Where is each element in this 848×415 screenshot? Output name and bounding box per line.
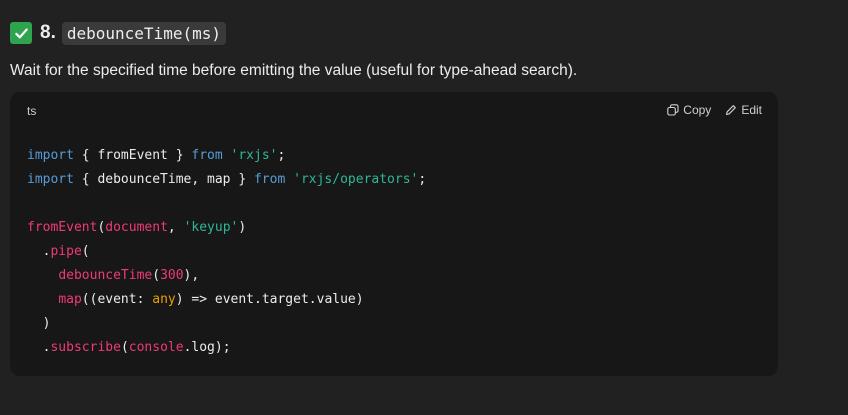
code-line: debounceTime(300), [27, 264, 426, 288]
code-token: from [191, 148, 223, 163]
description-text: Wait for the specified time before emitt… [10, 62, 578, 79]
page: 8. debounceTime(ms) Wait for the specifi… [0, 0, 848, 415]
code-line: .pipe( [27, 240, 426, 264]
code-token: console [128, 340, 184, 355]
code-token: 'rxjs' [230, 148, 278, 163]
edit-label: Edit [741, 103, 762, 117]
heading-number: 8. [40, 22, 56, 43]
edit-button[interactable]: Edit [725, 103, 762, 117]
code-token: { fromEvent } [73, 148, 192, 163]
code-line: map((event: any) => event.target.value) [27, 288, 426, 312]
code-token: . [27, 340, 51, 355]
code-token: 300 [160, 268, 184, 283]
code-token: ; [418, 172, 427, 187]
code-token: import [27, 172, 74, 187]
code-token: document [105, 220, 168, 235]
code-token: ) => event.target.value) [175, 292, 364, 307]
code-token: ) [238, 220, 247, 235]
code-line: fromEvent(document, 'keyup') [27, 216, 426, 240]
code-token: from [253, 172, 286, 187]
code-token: pipe [50, 244, 82, 259]
code-line: import { fromEvent } from 'rxjs'; [27, 144, 426, 168]
edit-pencil-icon [725, 104, 737, 116]
code-language-label: ts [27, 104, 37, 118]
code-token: debounceTime [58, 268, 153, 283]
code-token: ; [277, 148, 286, 163]
code-token: any [152, 292, 176, 307]
copy-label: Copy [683, 103, 712, 117]
code-token: import [27, 148, 74, 163]
code-token: ((event: [81, 292, 153, 307]
code-token: 'keyup' [183, 220, 239, 235]
code-line: ) [27, 312, 426, 336]
code-token: fromEvent [27, 220, 98, 235]
section-heading: 8. debounceTime(ms) [10, 20, 226, 46]
check-mark-icon [10, 22, 32, 44]
copy-button[interactable]: Copy [667, 103, 711, 117]
heading-inline-code: debounceTime(ms) [61, 21, 226, 45]
code-token: subscribe [50, 340, 121, 355]
code-token: ) [27, 316, 51, 331]
code-token: map [58, 292, 82, 307]
code-actions: Copy Edit [667, 103, 762, 117]
code-token: { debounceTime, map } [73, 172, 254, 187]
code-token: 'rxjs/operators' [293, 172, 419, 187]
code-token: ( [120, 340, 129, 355]
code-token: ( [81, 244, 90, 259]
code-line: import { debounceTime, map } from 'rxjs/… [27, 168, 426, 192]
code-line: .subscribe(console.log); [27, 336, 426, 360]
code-block: ts Copy Edit import { fromEvent} from '… [10, 92, 778, 376]
code-token: .log); [183, 340, 231, 355]
code-token: ), [183, 268, 200, 283]
code-token: , [167, 220, 184, 235]
copy-icon [667, 104, 679, 116]
code-token: ( [152, 268, 161, 283]
code-token: . [27, 244, 51, 259]
code-content: import { fromEvent } from 'rxjs'; import … [27, 144, 426, 360]
